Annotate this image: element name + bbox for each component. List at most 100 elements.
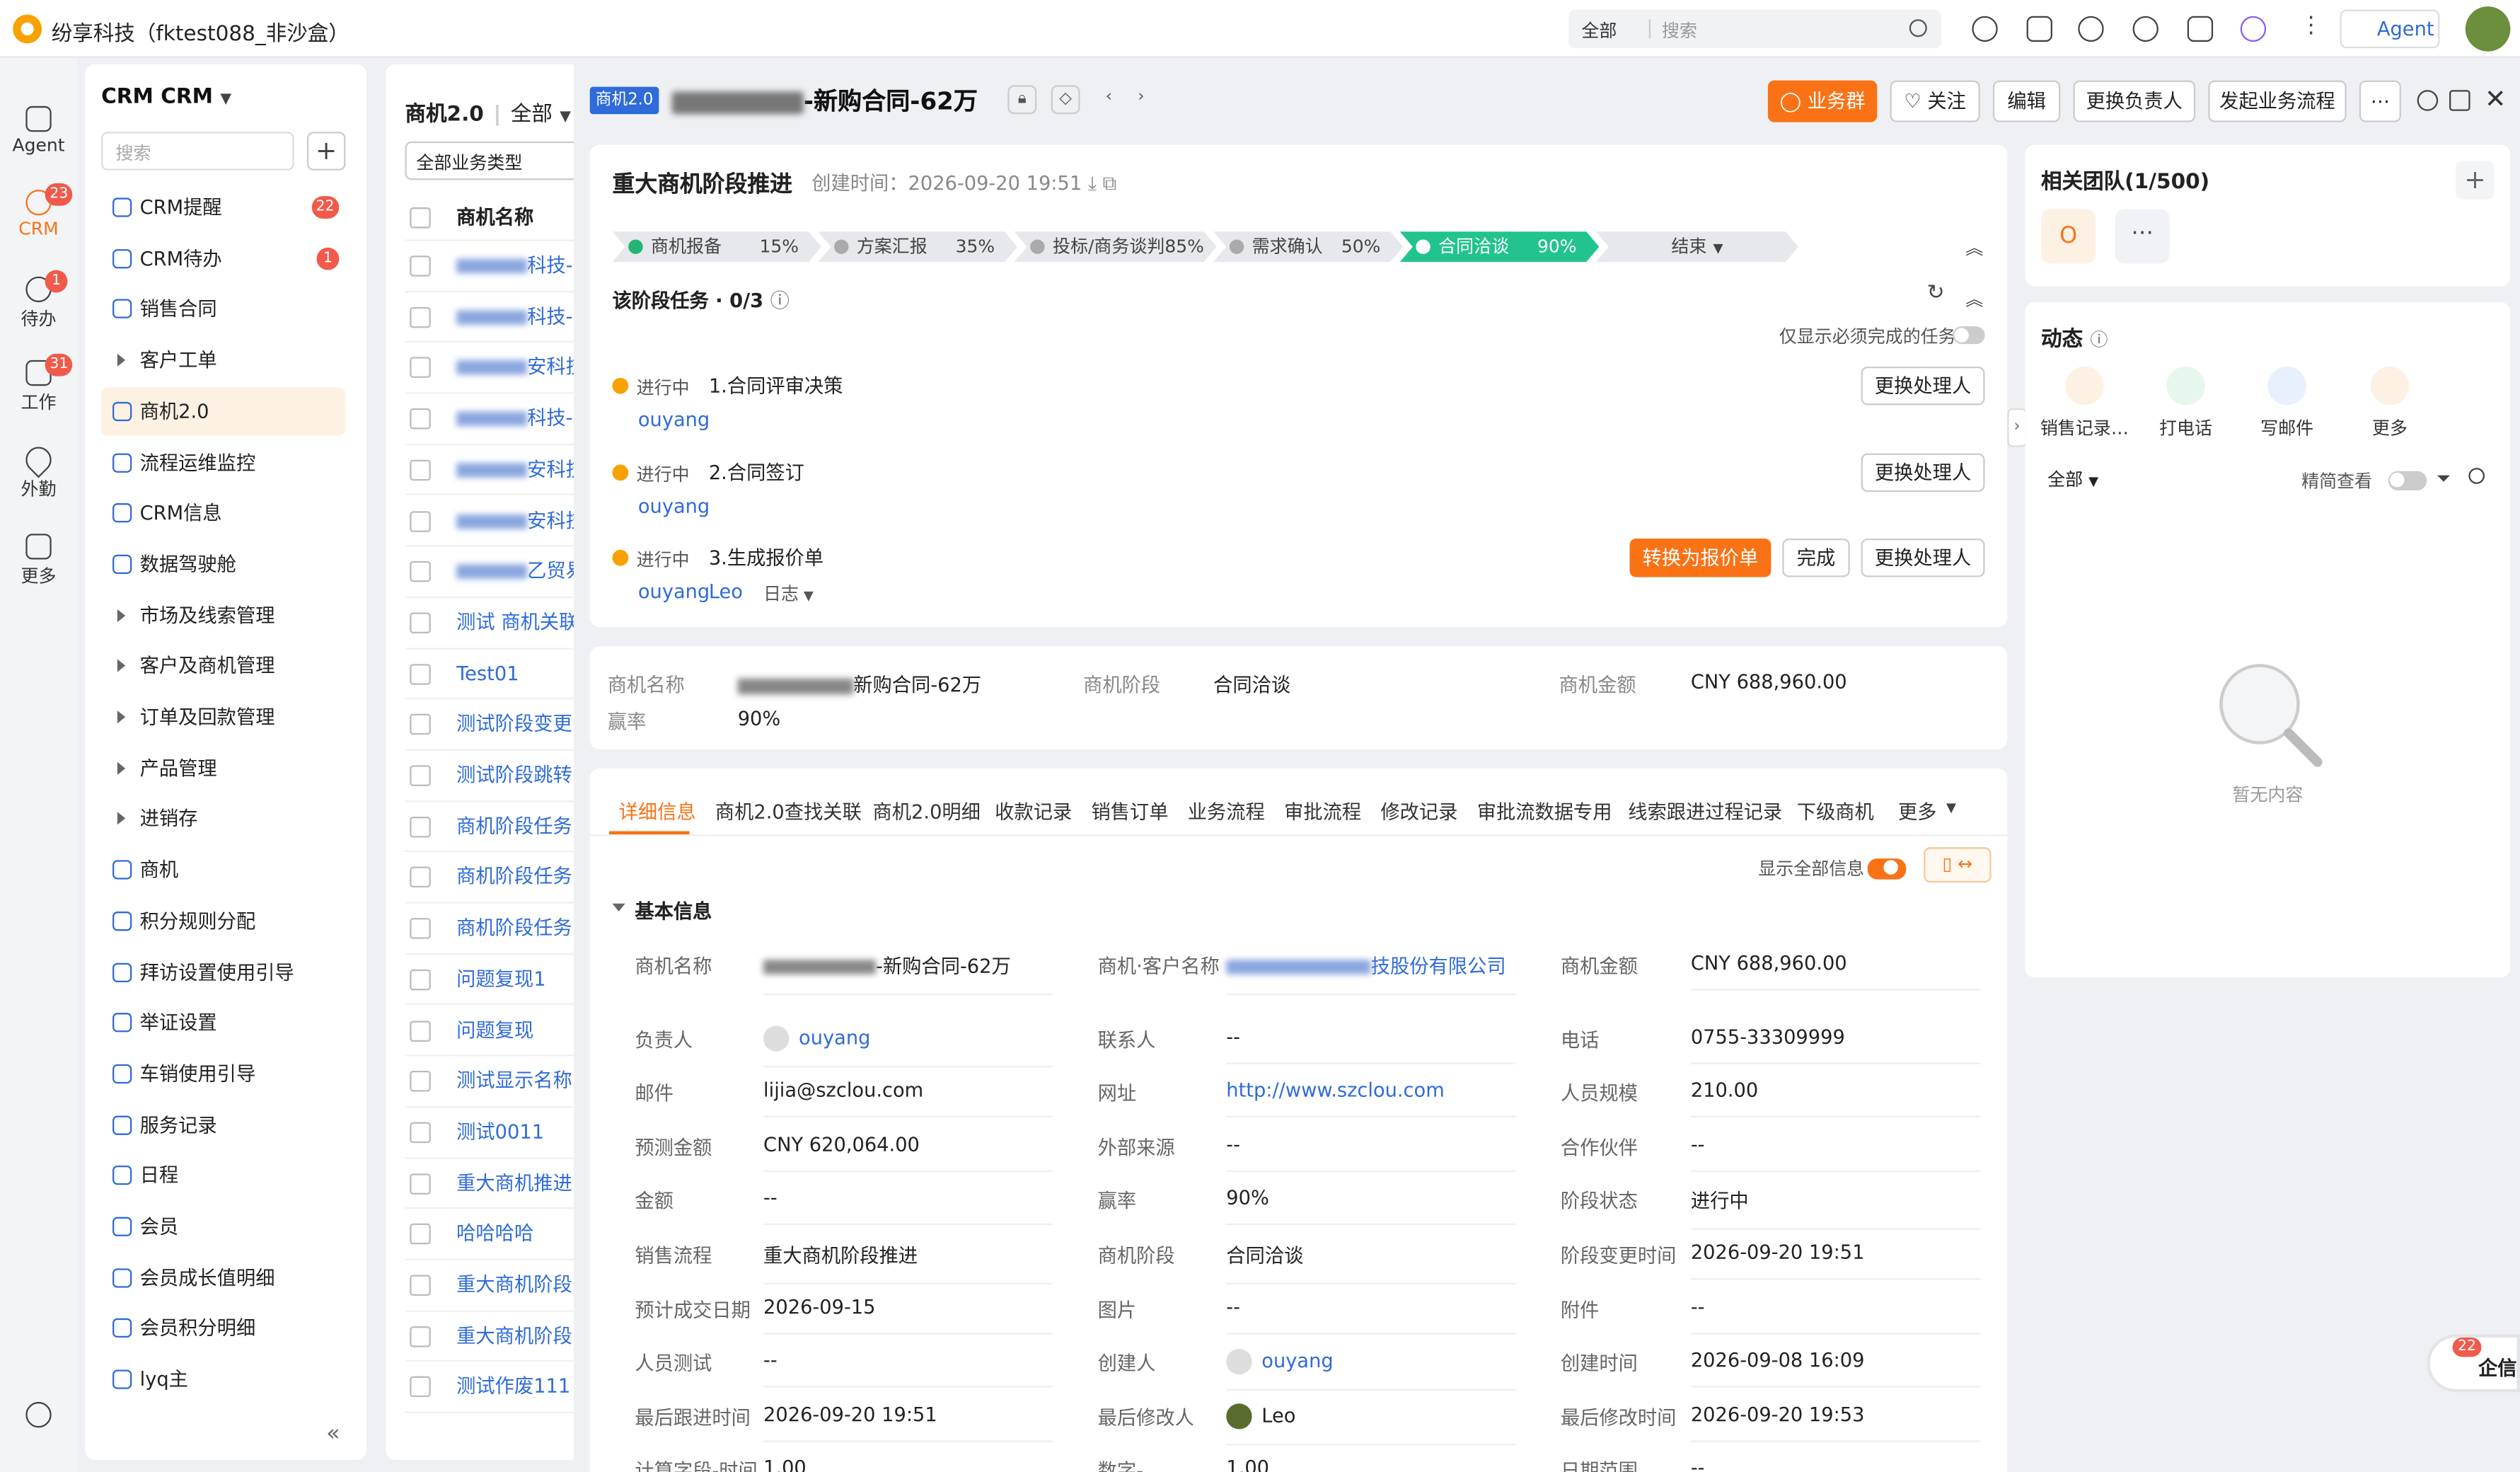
menu-item[interactable]: 积分规则分配 [101,897,345,945]
row-checkbox[interactable] [410,765,431,786]
row-checkbox[interactable] [410,1173,431,1194]
help-icon[interactable] [2132,16,2158,42]
follow-button[interactable]: ♡ 关注 [1890,80,1980,122]
toggle-switch[interactable] [1953,326,1985,345]
row-name[interactable]: 测试阶段变更 [456,713,572,735]
show-all-toggle[interactable]: 显示全部信息 [1758,856,1907,881]
tab-9[interactable]: 审批流数据专用 [1477,798,1612,825]
stage-step[interactable]: 合同洽谈 90% [1400,231,1600,262]
search-input[interactable]: 搜索 [1662,18,1697,43]
row-name[interactable]: 安科技 [527,458,574,481]
row-name[interactable]: 商机阶段任务 [456,866,572,888]
more-action[interactable]: 更多 [2342,366,2438,440]
search-scope-select[interactable]: 全部 [1581,18,1617,43]
chevron-down-icon[interactable]: ▼ [1946,800,1956,815]
menu-item[interactable]: 数据驾驶舱 [101,540,345,588]
menu-item[interactable]: 产品管理 [101,744,345,792]
search-icon[interactable] [1909,19,1927,38]
email-action[interactable]: 写邮件 [2238,366,2335,440]
field-value[interactable]: ouyang [763,1025,1053,1067]
brief-view-toggle[interactable]: 精简查看 [2301,468,2427,493]
table-row[interactable]: 安科技 [405,343,574,394]
row-name[interactable]: 问题复现1 [456,967,545,990]
row-checkbox[interactable] [410,1020,431,1041]
tab-10[interactable]: 线索跟进过程记录 [1628,798,1782,825]
biz-group-button[interactable]: ◯ 业务群 [1767,80,1878,122]
stage-step[interactable]: 方案汇报 35% [818,231,1017,262]
row-name[interactable]: 科技- [527,407,572,430]
team-member-avatar[interactable]: O [2041,209,2096,264]
nav-crm[interactable]: 23 CRM [0,183,77,239]
lock-icon[interactable]: 🔒︎ [1007,85,1037,115]
field-value[interactable]: http://www.szclou.com [1226,1079,1516,1118]
table-row[interactable]: 安科技 [405,496,574,547]
menu-add-button[interactable]: + [306,132,346,171]
row-name[interactable]: 测试0011 [456,1120,544,1143]
row-checkbox[interactable] [410,918,431,939]
help-icon[interactable]: ⓘ [2090,330,2108,351]
tab-3[interactable]: 商机2.0明细 [873,798,981,825]
menu-item[interactable]: lyq主 [101,1355,345,1403]
collapse-menu-icon[interactable]: « [326,1421,340,1447]
refresh-icon[interactable]: ↻ [1927,282,1945,306]
menu-item[interactable]: 拜访设置使用引导 [101,948,345,996]
task-assignee[interactable]: ouyang [638,408,710,431]
tab-6[interactable]: 业务流程 [1188,798,1265,825]
stage-step[interactable]: 投标/商务谈判85% [1014,231,1216,262]
row-checkbox[interactable] [410,357,431,379]
table-row[interactable]: 问题复现 [405,1006,574,1057]
menu-item[interactable]: 商机2.0 [101,387,346,436]
table-row[interactable]: 乙贸易 [405,547,574,598]
table-row[interactable]: 重大商机推进 [405,1158,574,1209]
add-member-button[interactable]: + [2456,161,2495,200]
shop-icon[interactable] [2187,16,2214,42]
start-flow-button[interactable]: 发起业务流程 [2208,80,2347,122]
list-title[interactable]: 商机2.0 | 全部 ▼ [405,96,571,127]
call-action[interactable]: 打电话 [2137,366,2233,440]
table-row[interactable]: Test01 [405,649,574,700]
stage-step[interactable]: 需求确认 50% [1213,231,1403,262]
team-more-button[interactable]: ⋯ [2115,209,2170,264]
collapse-up-icon[interactable]: ︽ [1965,286,1983,311]
table-row[interactable]: 重大商机阶段 [405,1311,574,1362]
row-name[interactable]: 安科技 [527,509,574,531]
expand-side-icon[interactable]: › [2007,408,2027,447]
row-checkbox[interactable] [410,255,431,277]
stage-step[interactable]: 结束 ▼ [1596,231,1798,262]
row-name[interactable]: 商机阶段任务 [456,916,572,939]
menu-item[interactable]: 举证设置 [101,999,345,1047]
row-name[interactable]: Test01 [456,662,519,684]
row-name[interactable]: 科技- [527,305,572,328]
convert-quote-button[interactable]: 转换为报价单 [1629,539,1771,577]
row-checkbox[interactable] [410,714,431,735]
row-checkbox[interactable] [410,1224,431,1245]
row-name[interactable]: 商机阶段任务 [456,815,572,837]
table-row[interactable]: 测试0011 [405,1108,574,1158]
menu-item[interactable]: 会员积分明细 [101,1304,345,1352]
menu-item[interactable]: CRM提醒 22 [101,183,345,231]
table-row[interactable]: 科技- [405,292,574,343]
row-checkbox[interactable] [410,306,431,328]
only-required-toggle[interactable]: 仅显示必须完成的任务 [1779,323,1985,349]
toggle-switch[interactable] [1867,858,1907,880]
menu-item[interactable]: 会员成长值明细 [101,1253,345,1301]
row-checkbox[interactable] [410,663,431,684]
row-name[interactable]: 测试阶段跳转1 [456,764,574,786]
nav-settings[interactable] [0,1401,77,1431]
menu-item[interactable]: 订单及回款管理 [101,693,345,741]
change-handler-button[interactable]: 更换处理人 [1861,366,1985,406]
download-icon[interactable]: ⤓ [1088,172,1097,195]
table-row[interactable]: 测试阶段跳转1 [405,751,574,802]
nav-agent[interactable]: Agent [0,105,77,156]
dynamics-filter-select[interactable]: 全部 ▼ [2047,466,2098,492]
sales-record-action[interactable]: 销售记录… [2036,366,2132,440]
tab-4[interactable]: 收款记录 [995,798,1072,825]
table-row[interactable]: 商机阶段任务 [405,904,574,955]
row-checkbox[interactable] [410,1326,431,1347]
tab-5[interactable]: 销售订单 [1091,798,1168,825]
task-assignee[interactable]: Leo [709,580,743,603]
row-checkbox[interactable] [410,1275,431,1296]
more-vertical-icon[interactable]: ⋮ [2300,13,2323,38]
table-row[interactable]: 测试作废111 [405,1362,574,1414]
copy-icon[interactable]: ⧉ [1103,172,1116,195]
